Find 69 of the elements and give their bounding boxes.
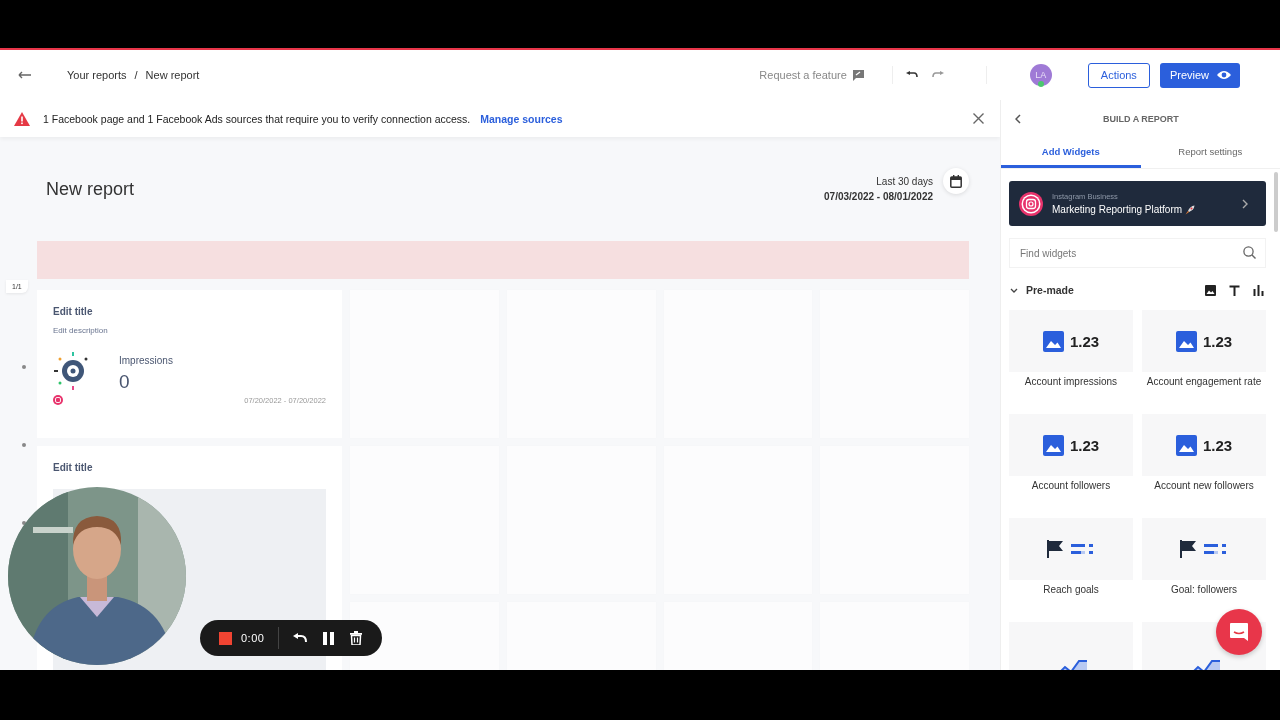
- back-arrow-icon[interactable]: [18, 71, 32, 79]
- panel-title: BUILD A REPORT: [1103, 113, 1179, 124]
- widget-card-title[interactable]: Edit title: [37, 446, 342, 481]
- preview-number: 1.23: [1069, 436, 1100, 454]
- pause-icon[interactable]: [323, 631, 335, 645]
- widget-name: Account followers: [1031, 480, 1111, 493]
- text-icon[interactable]: [1229, 284, 1240, 296]
- manage-sources-link[interactable]: Manage sources: [480, 112, 563, 125]
- eye-icon: [1217, 70, 1231, 80]
- calendar-button[interactable]: [943, 168, 969, 194]
- alert-message: 1 Facebook page and 1 Facebook Ads sources that require you to verify connection access.: [43, 112, 471, 125]
- report-title[interactable]: New report: [46, 178, 824, 200]
- widget-description[interactable]: Edit description: [53, 326, 326, 335]
- goal-drawing: [1180, 540, 1228, 558]
- widget-name: Account engagement rate: [1146, 376, 1262, 389]
- close-icon[interactable]: [973, 113, 984, 124]
- chat-icon: [1229, 622, 1249, 642]
- metric-label: Impressions: [119, 355, 173, 366]
- widget-preview[interactable]: 1.23: [1009, 414, 1133, 476]
- widget-name: Reach goals: [1043, 584, 1099, 597]
- actions-button[interactable]: Actions: [1087, 62, 1150, 88]
- date-label: Last 30 days: [875, 176, 933, 187]
- widget-preview[interactable]: [1142, 518, 1266, 580]
- panel-tab[interactable]: Report settings: [1140, 137, 1280, 168]
- image-icon: [1042, 330, 1064, 352]
- undo-icon[interactable]: [905, 71, 918, 79]
- image-icon: [1175, 330, 1197, 352]
- widget-preview[interactable]: 1.23: [1142, 414, 1266, 476]
- panel-tab[interactable]: Add Widgets: [1001, 137, 1141, 168]
- instagram-icon: [1019, 191, 1043, 216]
- image-icon: [1175, 434, 1197, 456]
- feedback-icon: [852, 69, 864, 81]
- breadcrumb-link[interactable]: Your reports: [67, 69, 127, 81]
- widget-preview[interactable]: [1009, 518, 1133, 580]
- redo-icon[interactable]: [931, 71, 944, 79]
- chevron-left-icon[interactable]: [1015, 113, 1021, 124]
- instagram-icon: [53, 395, 63, 405]
- bar-chart-icon[interactable]: [1253, 284, 1264, 296]
- trash-icon[interactable]: [350, 631, 363, 645]
- widget-title[interactable]: Edit title: [53, 306, 326, 317]
- request-feature-button[interactable]: Request a feature: [759, 69, 864, 81]
- chevron-right-icon: [1242, 198, 1248, 209]
- warning-icon: [14, 111, 30, 126]
- preview-number: 1.23: [1202, 332, 1233, 350]
- search-icon[interactable]: [1243, 246, 1256, 259]
- goal-drawing: [1047, 540, 1095, 558]
- recording-time: 0:00: [241, 632, 265, 644]
- widget-name: Account impressions: [1024, 376, 1118, 389]
- rocket-icon: [1185, 204, 1196, 215]
- widget-preview[interactable]: 1.23: [1009, 310, 1133, 372]
- stop-icon[interactable]: [219, 631, 232, 645]
- calendar-icon: [950, 174, 962, 188]
- chevron-down-icon[interactable]: [1010, 287, 1018, 293]
- widget-preview[interactable]: 1.23: [1142, 310, 1266, 372]
- image-icon: [1042, 434, 1064, 456]
- preview-number: 1.23: [1069, 332, 1100, 350]
- preview-button[interactable]: Preview: [1159, 62, 1240, 88]
- metric-value: 0: [119, 371, 131, 393]
- widget-name: Goal: followers: [1170, 584, 1238, 597]
- search-field[interactable]: Find widgets: [1009, 238, 1266, 268]
- source-name: Marketing Reporting Platform: [1052, 204, 1183, 215]
- breadcrumb-link[interactable]: New report: [145, 69, 200, 81]
- date-range: 07/03/2022 - 08/01/2022: [824, 191, 933, 202]
- breadcrumb-separator: /: [134, 69, 138, 81]
- undo-icon[interactable]: [293, 633, 308, 643]
- section-label[interactable]: Pre-made: [1026, 284, 1205, 296]
- preview-number: 1.23: [1202, 436, 1233, 454]
- image-icon[interactable]: [1205, 284, 1216, 296]
- widget-name: Account new followers: [1154, 480, 1254, 493]
